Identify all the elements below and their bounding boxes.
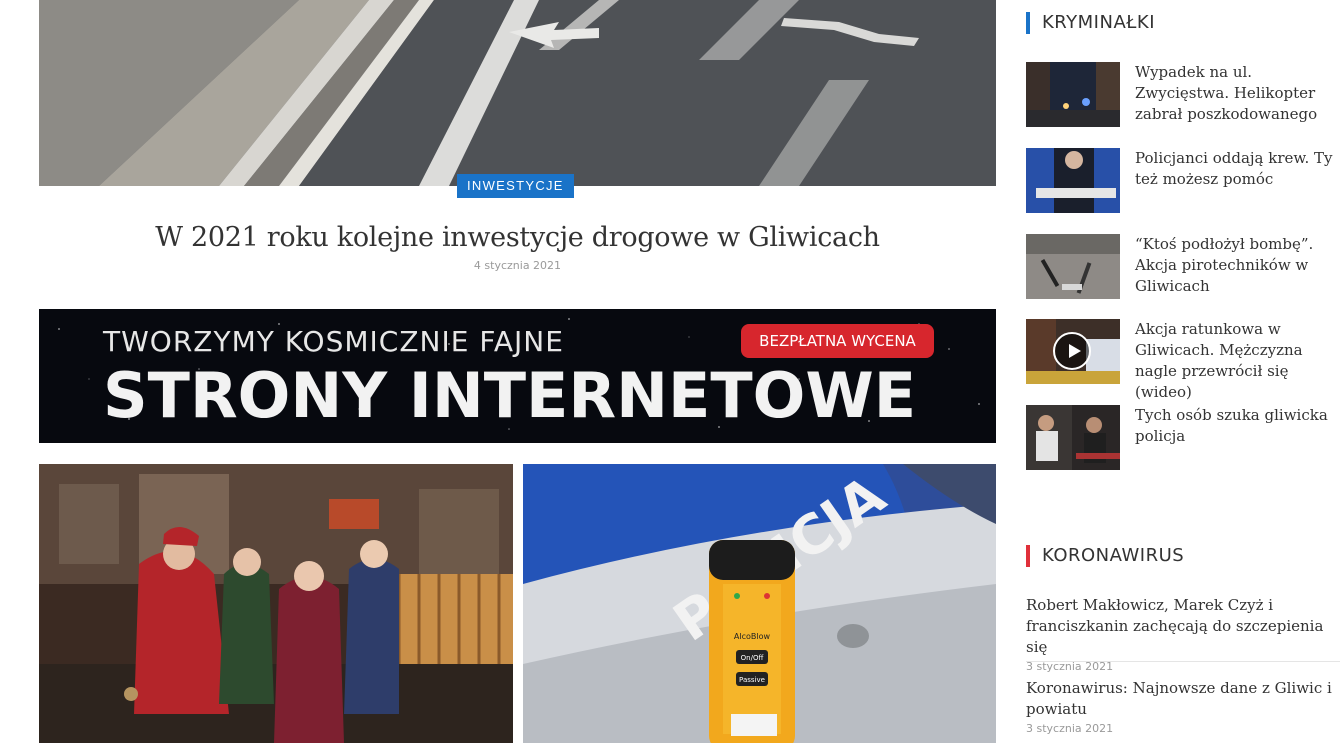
- sidebar-article-2[interactable]: Policjanci oddają krew. Ty też możesz po…: [1026, 148, 1342, 214]
- section-title-kryminalki[interactable]: KRYMINAŁKI: [1026, 12, 1155, 34]
- article-thumbnail[interactable]: [1026, 62, 1120, 127]
- ad-line2: STRONY INTERNETOWE: [103, 359, 917, 432]
- device-passive-label: Passive: [739, 676, 765, 684]
- sidebar-article-5[interactable]: Tych osób szuka gliwicka policja: [1026, 405, 1342, 471]
- play-icon[interactable]: [1053, 332, 1091, 370]
- device-onoff-label: On/Off: [741, 654, 764, 662]
- featured-image[interactable]: [39, 0, 996, 186]
- category-badge[interactable]: INWESTYCJE: [457, 174, 574, 198]
- sidebar-article-3[interactable]: “Ktoś podłożył bombę”. Akcja pirotechnik…: [1026, 234, 1342, 300]
- police-breathalyzer-photo: POLICJA AlcoBlow On/Off Passive: [523, 464, 996, 743]
- article-thumbnail[interactable]: [1026, 405, 1120, 470]
- sidebar-article-title[interactable]: Akcja ratunkowa w Gliwicach. Mężczyzna n…: [1135, 319, 1341, 403]
- koronawirus-article-date: 3 stycznia 2021: [1026, 722, 1114, 735]
- section-title-koronawirus[interactable]: KORONAWIRUS: [1026, 545, 1184, 567]
- device-brand: AlcoBlow: [734, 632, 771, 641]
- featured-headline[interactable]: W 2021 roku kolejne inwestycje drogowe w…: [39, 222, 996, 253]
- sidebar-article-title[interactable]: Tych osób szuka gliwicka policja: [1135, 405, 1341, 447]
- sidebar-article-title[interactable]: Wypadek na ul. Zwycięstwa. Helikopter za…: [1135, 62, 1341, 125]
- article-tile-police[interactable]: POLICJA AlcoBlow On/Off Passive: [523, 464, 996, 743]
- featured-date: 4 stycznia 2021: [473, 259, 562, 272]
- article-thumbnail[interactable]: [1026, 234, 1120, 299]
- sidebar-article-4[interactable]: Akcja ratunkowa w Gliwicach. Mężczyzna n…: [1026, 319, 1342, 401]
- koronawirus-article-title[interactable]: Robert Makłowicz, Marek Czyż i franciszk…: [1026, 595, 1340, 658]
- ad-line1: TWORZYMY KOSMICZNIE FAJNE: [103, 325, 564, 358]
- koronawirus-article-2[interactable]: Koronawirus: Najnowsze dane z Gliwic i p…: [1026, 678, 1340, 735]
- carolers-photo: [39, 464, 513, 743]
- sidebar-article-title[interactable]: Policjanci oddają krew. Ty też możesz po…: [1135, 148, 1341, 190]
- ad-cta-button[interactable]: BEZPŁATNA WYCENA: [741, 324, 934, 358]
- sidebar-article-1[interactable]: Wypadek na ul. Zwycięstwa. Helikopter za…: [1026, 62, 1342, 128]
- article-tile-carolers[interactable]: [39, 464, 513, 743]
- koronawirus-article-title[interactable]: Koronawirus: Najnowsze dane z Gliwic i p…: [1026, 678, 1340, 720]
- sidebar-article-title[interactable]: “Ktoś podłożył bombę”. Akcja pirotechnik…: [1135, 234, 1341, 297]
- ad-banner[interactable]: TWORZYMY KOSMICZNIE FAJNE STRONY INTERNE…: [39, 309, 996, 443]
- article-thumbnail[interactable]: [1026, 148, 1120, 213]
- divider: [1026, 661, 1340, 662]
- article-thumbnail[interactable]: [1026, 319, 1120, 384]
